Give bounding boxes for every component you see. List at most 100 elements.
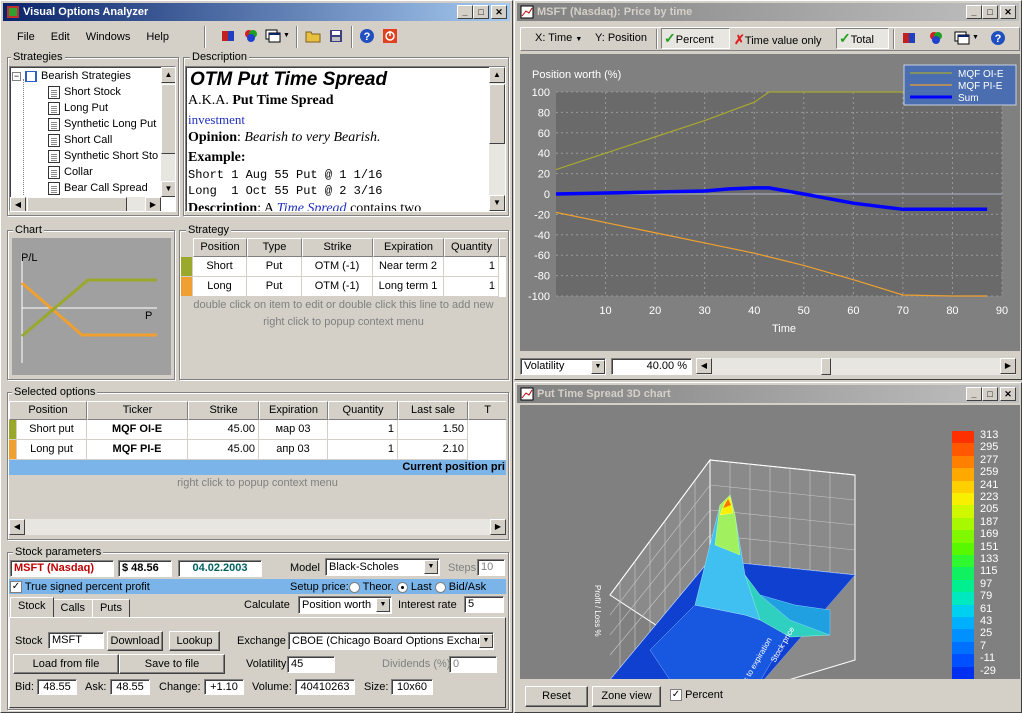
scroll-down-icon[interactable]: ▼ (161, 181, 175, 197)
col-quantity[interactable]: Quantity (444, 238, 499, 257)
scroll-left-icon[interactable]: ◀ (9, 519, 25, 535)
tree-item[interactable]: Synthetic Short Sto (48, 148, 158, 164)
download-button[interactable]: Download (107, 631, 163, 651)
tree-vscroll[interactable]: ▲ ▼ (161, 67, 175, 197)
chart3d-title-bar[interactable]: Put Time Spread 3D chart _ □ ✕ (517, 385, 1019, 403)
y-axis-select[interactable]: Y: Position (595, 32, 647, 44)
colors-icon[interactable] (243, 28, 259, 44)
tree-item[interactable]: Bear Call Spread (48, 180, 148, 196)
close-icon[interactable]: ✕ (1000, 5, 1016, 19)
slider-thumb[interactable] (821, 358, 831, 375)
maximize-icon[interactable]: □ (982, 387, 998, 401)
table-cell[interactable]: 2.10 (398, 440, 468, 460)
minimize-icon[interactable]: _ (966, 5, 982, 19)
table-cell[interactable]: 45.00 (188, 420, 259, 440)
col-strike[interactable]: Strike (302, 238, 373, 257)
checkbox-checked-icon[interactable]: ✓ (10, 581, 22, 594)
description-panel[interactable]: OTM Put Time Spread A.K.A. Put Time Spre… (185, 66, 506, 212)
scroll-right-icon[interactable]: ▶ (1000, 358, 1016, 374)
zone-view-button[interactable]: Zone view (592, 686, 661, 707)
scroll-thumb[interactable] (161, 84, 175, 154)
percent-toggle[interactable]: ✓Percent (661, 28, 730, 49)
surface-chart-area[interactable]: Profit / Loss % Stock price Days to expi… (520, 405, 1020, 696)
table-cell[interactable]: MQF PI-E (87, 440, 188, 460)
scroll-thumb[interactable] (489, 84, 505, 144)
folder-open-icon[interactable] (305, 28, 321, 44)
table-cell[interactable]: 1.50 (398, 420, 468, 440)
time-value-only-toggle[interactable]: ✗Time value only (734, 32, 822, 48)
table-cell[interactable]: 1 (444, 277, 499, 297)
strategy-table[interactable]: Position Type Strike Expiration Quantity… (181, 238, 506, 376)
load-from-file-button[interactable]: Load from file (13, 654, 119, 674)
scroll-up-icon[interactable]: ▲ (161, 67, 175, 83)
help-icon[interactable]: ? (990, 30, 1006, 46)
selected-hscroll[interactable]: ◀ ▶ (9, 519, 506, 535)
col-position[interactable]: Position (9, 401, 87, 420)
exchange-select[interactable]: CBOE (Chicago Board Options Exchang (288, 632, 494, 650)
lookup-button[interactable]: Lookup (169, 631, 220, 651)
tab-stock[interactable]: Stock (10, 597, 54, 617)
table-cell[interactable]: апр 03 (259, 440, 328, 460)
tree-root[interactable]: − Bearish Strategies (12, 68, 131, 84)
scroll-up-icon[interactable]: ▲ (489, 67, 505, 83)
scroll-left-icon[interactable]: ◀ (10, 197, 26, 211)
col-quantity[interactable]: Quantity (328, 401, 398, 420)
scroll-left-icon[interactable]: ◀ (696, 358, 712, 374)
windows-icon[interactable] (265, 28, 281, 44)
windows-icon[interactable] (954, 30, 970, 46)
strategy-icon[interactable] (221, 28, 237, 44)
chevron-down-icon[interactable]: ▼ (591, 360, 605, 374)
minimize-icon[interactable]: _ (457, 5, 473, 19)
main-title-bar[interactable]: Visual Options Analyzer _ □ ✕ (3, 3, 510, 21)
col-ticker[interactable]: Ticker (87, 401, 188, 420)
scroll-thumb[interactable] (27, 197, 127, 211)
col-expiration[interactable]: Expiration (373, 238, 444, 257)
tree-item[interactable]: Synthetic Long Put (48, 116, 156, 132)
tree-item[interactable]: Long Put (48, 100, 108, 116)
tree-hscroll[interactable]: ◀ ▶ (10, 197, 161, 211)
stock-input[interactable]: MSFT (48, 632, 104, 649)
table-cell[interactable]: 1 (328, 440, 398, 460)
table-cell[interactable]: Long put (17, 440, 87, 460)
strategy-icon[interactable] (902, 30, 918, 46)
tree-item[interactable]: Collar (48, 164, 93, 180)
scroll-right-icon[interactable]: ▶ (490, 519, 506, 535)
table-cell[interactable]: MQF OI-E (87, 420, 188, 440)
volatility-slider[interactable]: ◀ ▶ (696, 358, 1016, 375)
col-t[interactable]: T (468, 401, 506, 420)
reset-button[interactable]: Reset (525, 686, 588, 707)
chevron-down-icon[interactable]: ▼ (479, 634, 493, 648)
scroll-right-icon[interactable]: ▶ (145, 197, 161, 211)
checkbox-checked-icon[interactable]: ✓ (670, 689, 682, 702)
interest-rate-input[interactable]: 5 (464, 596, 504, 613)
radio-theor[interactable] (348, 581, 360, 593)
exit-icon[interactable] (382, 28, 398, 44)
strategy-hint-add[interactable]: double click on item to edit or double c… (181, 299, 506, 311)
table-cell[interactable]: Put (247, 257, 302, 277)
save-to-file-button[interactable]: Save to file (119, 654, 225, 674)
col-last-sale[interactable]: Last sale (398, 401, 468, 420)
description-link[interactable]: investment (188, 112, 245, 128)
minimize-icon[interactable]: _ (966, 387, 982, 401)
table-cell[interactable]: Short (193, 257, 247, 277)
close-icon[interactable]: ✕ (1000, 387, 1016, 401)
col-strike[interactable]: Strike (188, 401, 259, 420)
table-cell[interactable]: Near term 2 (373, 257, 444, 277)
close-icon[interactable]: ✕ (491, 5, 507, 19)
chevron-down-icon[interactable]: ▼ (283, 32, 290, 39)
total-toggle[interactable]: ✓Total (836, 28, 889, 49)
tree-item[interactable]: Short Call (48, 132, 112, 148)
chevron-down-icon[interactable]: ▼ (972, 34, 979, 41)
col-type[interactable]: Type (247, 238, 302, 257)
maximize-icon[interactable]: □ (982, 5, 998, 19)
radio-bidask[interactable] (434, 581, 446, 593)
dividends-input[interactable]: 0 (449, 656, 497, 673)
col-expiration[interactable]: Expiration (259, 401, 328, 420)
description-vscroll[interactable]: ▲ ▼ (489, 67, 505, 211)
maximize-icon[interactable]: □ (473, 5, 489, 19)
save-icon[interactable] (328, 28, 344, 44)
table-cell[interactable]: Put (247, 277, 302, 297)
menu-windows[interactable]: Windows (78, 28, 139, 46)
price-title-bar[interactable]: MSFT (Nasdaq): Price by time _ □ ✕ (517, 3, 1019, 21)
chevron-down-icon[interactable]: ▼ (424, 560, 438, 574)
